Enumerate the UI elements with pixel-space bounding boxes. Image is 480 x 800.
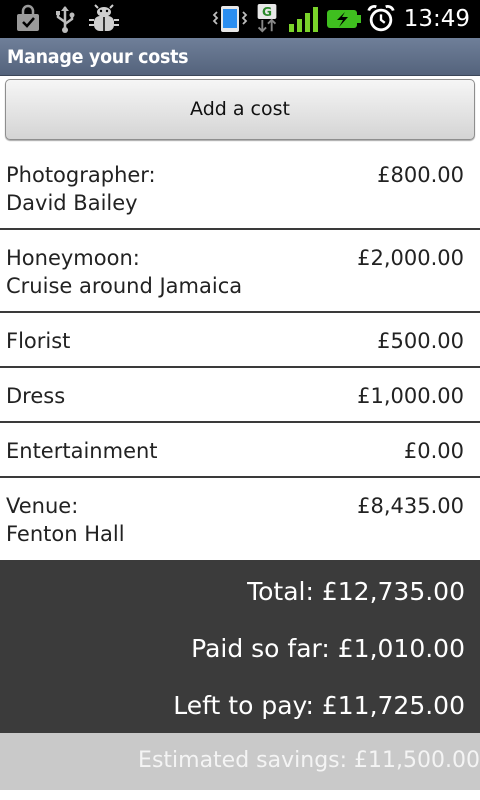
shopping-bag-icon (17, 4, 39, 31)
alarm-clock-icon (367, 5, 395, 32)
signal-bars-icon (289, 7, 318, 32)
add-cost-button[interactable]: Add a cost (5, 79, 475, 140)
status-time: 13:49 (403, 6, 470, 32)
svg-text:G: G (262, 5, 272, 19)
cost-amount: £8,435.00 (357, 494, 464, 518)
cost-summary: Total: £12,735.00 Paid so far: £1,010.00… (0, 560, 480, 733)
cost-amount: £2,000.00 (357, 246, 464, 270)
status-bar: G 13:49 (0, 0, 480, 38)
cost-row-photographer[interactable]: Photographer: David Bailey £800.00 (0, 147, 480, 230)
battery-charging-icon (327, 10, 361, 28)
cost-name: Honeymoon: (6, 246, 140, 270)
cost-detail: David Bailey (6, 191, 138, 215)
cost-name: Venue: (6, 494, 79, 518)
vibrate-phone-icon (212, 6, 248, 32)
cost-amount: £500.00 (377, 329, 464, 353)
total-text: Total: £12,735.00 (247, 577, 465, 606)
cost-name: Photographer: (6, 163, 156, 187)
page-title: Manage your costs (7, 46, 189, 68)
cost-row-honeymoon[interactable]: Honeymoon: Cruise around Jamaica £2,000.… (0, 230, 480, 313)
cost-amount: £800.00 (377, 163, 464, 187)
cost-name: Florist (6, 329, 71, 353)
debug-bug-icon (89, 4, 119, 31)
gprs-data-icon: G (257, 4, 277, 33)
cost-name: Dress (6, 384, 66, 408)
cost-detail: Fenton Hall (6, 522, 125, 546)
bottom-strip (0, 790, 480, 800)
cost-row-venue[interactable]: Venue: Fenton Hall £8,435.00 (0, 478, 480, 560)
cost-amount: £0.00 (403, 439, 464, 463)
cost-row-entertainment[interactable]: Entertainment £0.00 (0, 423, 480, 478)
cost-amount: £1,000.00 (357, 384, 464, 408)
cost-detail: Cruise around Jamaica (6, 274, 243, 298)
title-bar: Manage your costs (0, 38, 480, 76)
cost-row-florist[interactable]: Florist £500.00 (0, 313, 480, 368)
estimated-savings-text: Estimated savings: £11,500.00 (138, 748, 480, 773)
usb-icon (56, 6, 75, 33)
savings-banner: Estimated savings: £11,500.00 (0, 733, 480, 790)
paid-so-far-text: Paid so far: £1,010.00 (191, 634, 465, 663)
cost-name: Entertainment (6, 439, 158, 463)
cost-list: Photographer: David Bailey £800.00 Honey… (0, 147, 480, 560)
cost-row-dress[interactable]: Dress £1,000.00 (0, 368, 480, 423)
left-to-pay-text: Left to pay: £11,725.00 (173, 691, 465, 720)
